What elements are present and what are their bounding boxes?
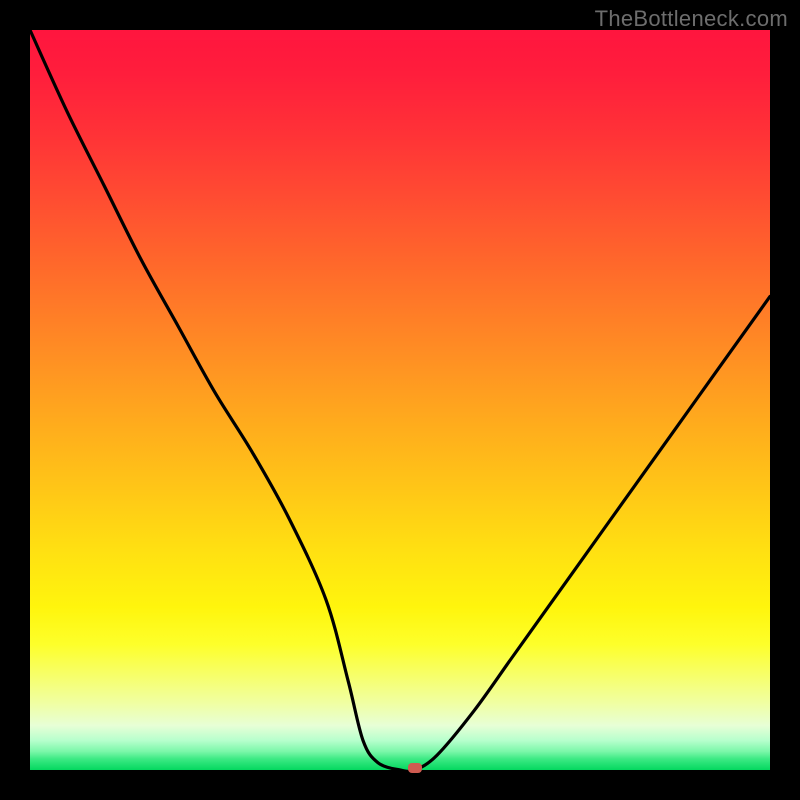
optimum-marker — [408, 763, 422, 773]
watermark-label: TheBottleneck.com — [595, 6, 788, 32]
curve-path — [30, 30, 770, 771]
plot-area — [30, 30, 770, 770]
bottleneck-curve — [30, 30, 770, 770]
chart-frame: TheBottleneck.com — [0, 0, 800, 800]
